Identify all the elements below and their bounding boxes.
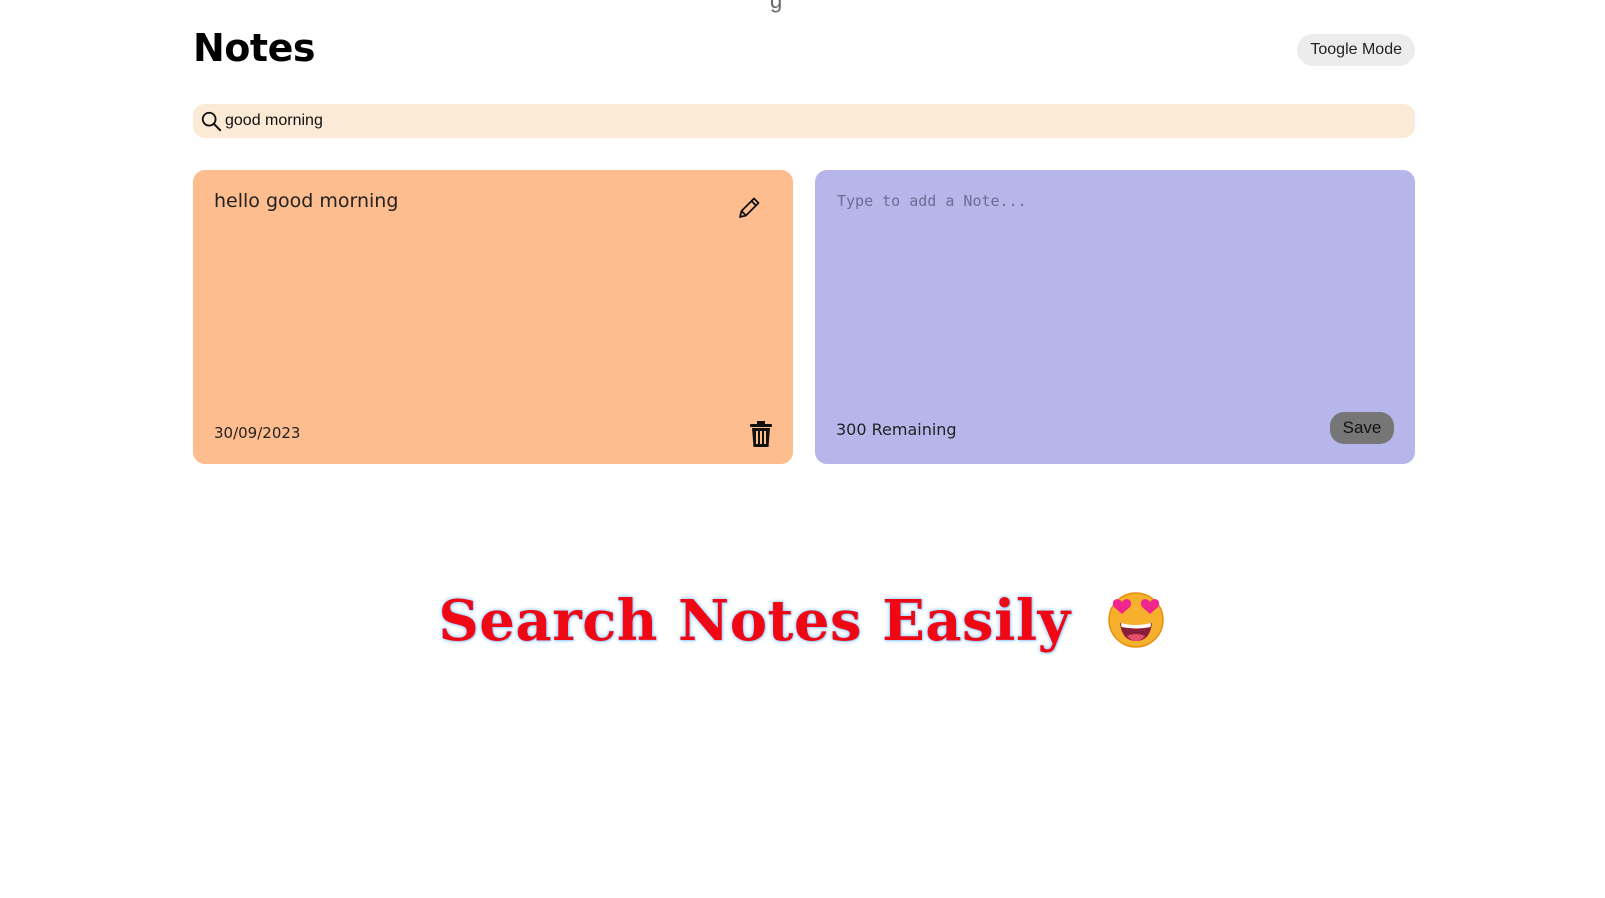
toggle-mode-button[interactable]: Toogle Mode — [1297, 34, 1415, 66]
characters-remaining: 300 Remaining — [836, 420, 957, 439]
new-note-card: 300 Remaining Save — [815, 170, 1415, 464]
new-note-textarea[interactable] — [835, 190, 1399, 394]
note-text: hello good morning — [214, 190, 399, 212]
search-icon — [199, 109, 223, 133]
top-cropped-text-fragment: g — [770, 0, 783, 13]
notes-list: hello good morning 30/09/2023 Type to ad… — [193, 170, 1415, 464]
note-card: hello good morning 30/09/2023 — [193, 170, 793, 464]
promo-caption-text: Search Notes Easily — [438, 588, 1071, 654]
save-button[interactable]: Save — [1330, 412, 1394, 444]
promo-caption: Search Notes Easily — [0, 588, 1605, 654]
header: Notes Toogle Mode — [193, 26, 1415, 80]
search-input[interactable] — [223, 106, 1415, 136]
note-date: 30/09/2023 — [214, 424, 301, 442]
trash-delete-icon[interactable] — [749, 420, 773, 448]
page-title: Notes — [193, 26, 315, 70]
notes-app-page: g Notes Toogle Mode hello good morning 3… — [0, 0, 1605, 898]
search-bar — [193, 104, 1415, 138]
pencil-edit-icon[interactable] — [735, 194, 763, 222]
heart-eyes-emoji-icon — [1105, 587, 1167, 649]
